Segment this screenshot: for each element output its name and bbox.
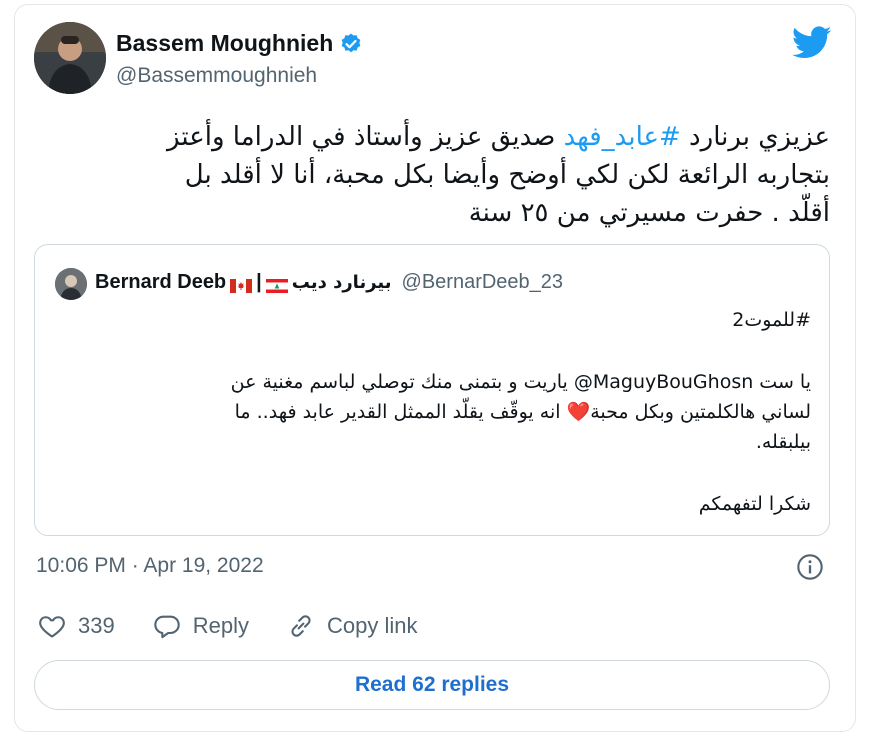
tweet-text-line: بتجاربه الرائعة لكن لكي أوضح وأيضا بكل م… — [184, 160, 830, 190]
reply-icon — [154, 615, 180, 639]
tweet-text-segment: عزيزي برنارد — [680, 122, 830, 152]
copy-link-label: Copy link — [326, 613, 418, 638]
quoted-author-handle[interactable]: @BernarDeeb_23 — [402, 271, 564, 294]
link-icon — [291, 615, 311, 637]
canada-flag-icon — [230, 276, 253, 293]
reply-label: Reply — [192, 613, 249, 638]
author-handle[interactable]: @Bassemmoughnieh — [116, 64, 317, 88]
quoted-hashtag[interactable]: #للموت2 — [55, 305, 811, 335]
quoted-author-name-arabic[interactable]: بيرنارد ديب — [292, 272, 392, 293]
author-name-text[interactable]: Bassem Moughnieh — [116, 30, 333, 57]
quoted-text-line: يا ست MaguyBouGhosn@ ياريت و بتمنى منك ت… — [230, 371, 811, 393]
heart-icon — [39, 616, 65, 638]
quoted-text-line: بيلبقله. — [755, 431, 811, 453]
twitter-bird-icon[interactable] — [792, 26, 832, 60]
quoted-header: Bernard Deeb | بيرنارد ديب @BernarDeeb_2… — [95, 271, 563, 294]
tweet-actions: 339 Reply Copy link — [38, 612, 455, 640]
hashtag-link[interactable]: #عابد_فهد — [564, 122, 681, 152]
read-replies-label: Read 62 replies — [354, 673, 510, 696]
like-button[interactable]: 339 — [38, 612, 115, 640]
verified-badge-icon — [341, 33, 361, 52]
quoted-tweet[interactable]: Bernard Deeb | بيرنارد ديب @BernarDeeb_2… — [34, 244, 830, 536]
reply-button[interactable]: Reply — [153, 612, 249, 640]
author-name[interactable]: Bassem Moughnieh — [116, 30, 363, 57]
tweet-text-segment: صديق عزيز وأستاذ في الدراما وأعتز — [167, 122, 564, 152]
quoted-author-name[interactable]: Bernard Deeb — [95, 271, 226, 294]
quoted-text-line: شكرا لتفهمكم — [698, 493, 811, 515]
like-count: 339 — [78, 613, 115, 638]
lebanon-flag-icon — [265, 276, 288, 293]
read-replies-button[interactable]: Read 62 replies — [34, 660, 830, 710]
tweet-text: عزيزي برنارد #عابد_فهد صديق عزيز وأستاذ … — [40, 118, 830, 232]
tweet-timestamp[interactable]: 10:06 PM · Apr 19, 2022 — [36, 554, 264, 578]
copy-link-button[interactable]: Copy link — [287, 612, 417, 640]
quoted-author-avatar[interactable] — [55, 268, 87, 300]
quoted-text-line: لساني هالكلمتين وبكل محبة❤️ انه يوقّف يق… — [234, 401, 811, 423]
quoted-name-separator: | — [256, 271, 262, 293]
info-icon[interactable] — [796, 553, 824, 581]
author-avatar[interactable] — [34, 22, 106, 94]
tweet-text-line: أقلّد . حفرت مسيرتي من ٢٥ سنة — [468, 198, 830, 228]
quoted-tweet-body: #للموت2 يا ست MaguyBouGhosn@ ياريت و بتم… — [55, 305, 811, 519]
